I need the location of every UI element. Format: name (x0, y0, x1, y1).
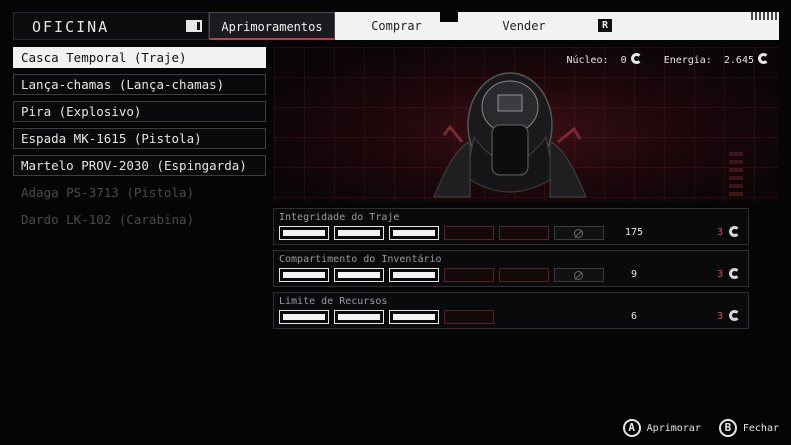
upgrade-segment-empty (499, 268, 549, 282)
tab-vender-label: Vender (502, 19, 546, 33)
lb-bumper-icon[interactable] (186, 20, 202, 32)
list-item-espada[interactable]: Espada MK-1615 (Pistola) (13, 128, 266, 149)
upgrade-segment-filled (334, 310, 384, 324)
list-item-martelo[interactable]: Martelo PROV-2030 (Espingarda) (13, 155, 266, 176)
upgrade-segment-filled (279, 310, 329, 324)
list-item-lanca-chamas[interactable]: Lança-chamas (Lança-chamas) (13, 74, 266, 95)
cost-value: 3 (716, 227, 723, 238)
upgrade-value: 175 (624, 227, 644, 238)
equipment-list: Casca Temporal (Traje) Lança-chamas (Lan… (13, 47, 266, 236)
list-item-pira[interactable]: Pira (Explosivo) (13, 101, 266, 122)
tab-aprimoramentos[interactable]: Aprimoramentos (209, 12, 335, 40)
energy-currency-icon (758, 53, 769, 64)
cost-value: 3 (716, 311, 723, 322)
upgrade-segment-filled (279, 268, 329, 282)
core-currency-icon (729, 268, 740, 279)
upgrade-title: Limite de Recursos (279, 296, 388, 307)
list-item-casca-temporal[interactable]: Casca Temporal (Traje) (13, 47, 266, 68)
upgrade-label: Aprimorar (646, 423, 701, 434)
upgrade-value: 6 (630, 311, 638, 322)
list-item-adaga: Adaga PS-3713 (Pistola) (21, 185, 195, 200)
suit-render (433, 72, 587, 198)
decorative-bars (729, 150, 743, 196)
suit-helmet-shape (433, 72, 587, 198)
a-button-icon: A (622, 419, 641, 437)
rb-bumper-icon[interactable]: R (598, 19, 612, 32)
upgrade-cost: 3 (717, 226, 740, 240)
upgrade-card-integridade[interactable]: Integridade do Traje 175 3 (273, 208, 749, 245)
upgrade-cost: 3 (717, 310, 740, 324)
locked-icon (574, 271, 583, 280)
upgrade-title: Compartimento do Inventário (279, 254, 442, 265)
upgrade-segment-empty (444, 226, 494, 240)
core-currency-icon (729, 310, 740, 321)
workshop-header: OFICINA Aprimoramentos Comprar Vender R (13, 12, 779, 40)
upgrade-value: 9 (630, 269, 638, 280)
decorative-noise (751, 12, 779, 20)
upgrade-cost: 3 (717, 268, 740, 282)
nucleo-label: Núcleo: (566, 55, 609, 66)
upgrade-segment-empty (444, 310, 494, 324)
b-button-icon: B (718, 419, 737, 437)
energia-value: 2.645 (723, 55, 754, 66)
button-prompts: A Aprimorar B Fechar (611, 419, 779, 437)
title-box: OFICINA (13, 12, 209, 40)
upgrade-title: Integridade do Traje (279, 212, 400, 223)
locked-icon (574, 229, 583, 238)
upgrade-segment-filled (389, 226, 439, 240)
close-label: Fechar (742, 423, 779, 434)
tab-filler: R (590, 12, 779, 40)
page-title: OFICINA (32, 18, 110, 36)
upgrade-card-inventario[interactable]: Compartimento do Inventário 9 3 (273, 250, 749, 287)
core-currency-icon (630, 53, 642, 64)
nucleo-value: 0 (620, 55, 627, 66)
tab-vender[interactable]: Vender (458, 12, 590, 40)
upgrade-segment-empty (499, 226, 549, 240)
energia-label: Energia: (663, 55, 712, 66)
upgrade-segment-locked (554, 226, 604, 240)
upgrade-card-recursos[interactable]: Limite de Recursos 6 3 (273, 292, 749, 329)
resource-counters: Núcleo: 0 Energia: 2.645 (560, 53, 769, 66)
close-prompt[interactable]: B Fechar (718, 419, 779, 437)
upgrade-prompt[interactable]: A Aprimorar (622, 419, 701, 437)
tab-comprar-label: Comprar (371, 19, 422, 33)
upgrade-segment-filled (389, 268, 439, 282)
upgrade-segment-filled (389, 310, 439, 324)
upgrade-segment-filled (334, 268, 384, 282)
upgrade-segment-filled (279, 226, 329, 240)
tab-comprar[interactable]: Comprar (335, 12, 458, 40)
upgrade-segment-empty (444, 268, 494, 282)
cost-value: 3 (716, 269, 723, 280)
suit-preview: Núcleo: 0 Energia: 2.645 (274, 47, 779, 202)
upgrade-segment-filled (334, 226, 384, 240)
list-item-dardo: Dardo LK-102 (Carabina) (21, 212, 195, 227)
core-currency-icon (729, 226, 740, 237)
tab-notch (440, 12, 458, 22)
upgrade-segment-locked (554, 268, 604, 282)
